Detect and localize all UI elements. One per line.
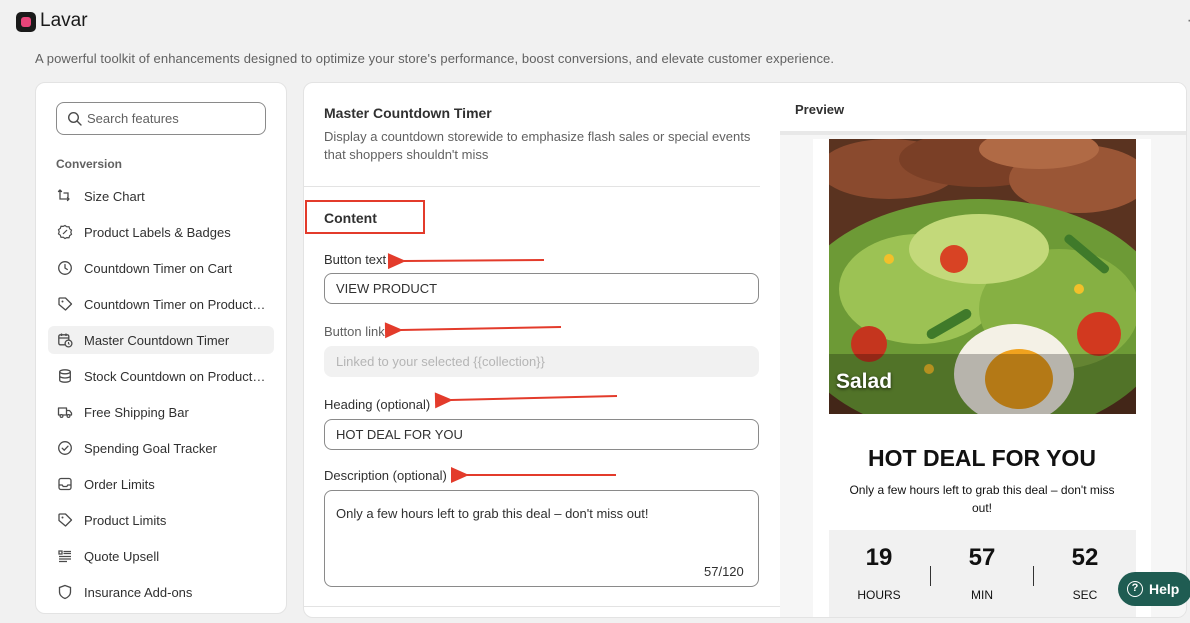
tag-timer-icon (58, 297, 73, 311)
section-title-conversion: Conversion (56, 157, 123, 171)
search-input[interactable] (87, 103, 257, 134)
check-circle-icon (58, 441, 72, 455)
preview-description: Only a few hours left to grab this deal … (849, 483, 1115, 515)
app-tagline: A powerful toolkit of enhancements desig… (35, 51, 835, 66)
timer-hours-label: HOURS (857, 588, 901, 602)
sidebar-item-stock-countdown[interactable]: Stock Countdown on Product Page (48, 362, 274, 390)
sidebar-item-label: Countdown Timer on Cart (84, 261, 233, 276)
sidebar-item-product-limits[interactable]: Product Limits (48, 506, 274, 534)
sidebar-item-label: Quote Upsell (84, 549, 160, 564)
button-link-input (324, 346, 759, 377)
settings-panel: Master Countdown Timer Display a countdo… (303, 82, 1187, 618)
sidebar-item-size-chart[interactable]: Size Chart (48, 182, 274, 210)
sidebar-item-label: Product Limits (84, 513, 167, 528)
button-text-label: Button text (324, 252, 387, 267)
annotation-arrow (384, 322, 562, 339)
feature-sidebar: Conversion Size Chart Product Labels & B… (35, 82, 287, 614)
sidebar-item-free-shipping[interactable]: Free Shipping Bar (48, 398, 274, 426)
timer-separator (1033, 566, 1034, 586)
preview-header: Preview (780, 83, 1186, 135)
heading-input[interactable] (324, 419, 759, 450)
preview-heading: HOT DEAL FOR YOU (868, 445, 1096, 471)
button-link-label: Button link (324, 324, 385, 339)
preview-popup: Salad HOT DEAL FOR YOU Only a few hours … (813, 139, 1151, 617)
sidebar-item-countdown-product[interactable]: Countdown Timer on Product Page (48, 290, 274, 318)
app-title: Lavar (40, 10, 88, 31)
timer-hours-value: 19 (865, 544, 893, 571)
panel-description: Display a countdown storewide to emphasi… (324, 129, 751, 162)
sidebar-item-order-limits[interactable]: Order Limits (48, 470, 274, 498)
search-box[interactable] (56, 102, 266, 135)
sidebar-item-label: Product Labels & Badges (84, 225, 231, 240)
sidebar-item-product-labels[interactable]: Product Labels & Badges (48, 218, 274, 246)
sidebar-item-label: Stock Countdown on Product Page (84, 369, 266, 384)
sidebar-item-label: Size Chart (84, 189, 145, 204)
timer-seconds-value: 52 (1071, 544, 1099, 571)
sidebar-item-label: Countdown Timer on Product Page (84, 297, 266, 312)
button-text-input[interactable] (324, 273, 759, 304)
calendar-clock-icon (58, 333, 73, 348)
heading-label: Heading (optional) (324, 397, 431, 412)
description-textarea[interactable]: Only a few hours left to grab this deal … (324, 490, 759, 587)
annotation-arrow (434, 392, 618, 409)
preview-column: Preview Salad HOT DEAL FOR YOU Only a fe… (780, 83, 1186, 617)
character-count: 57/120 (704, 564, 744, 579)
sidebar-item-label: Insurance Add-ons (84, 585, 193, 600)
timer-separator (930, 566, 931, 586)
preview-title: Preview (795, 102, 845, 117)
app-logo-icon (16, 12, 36, 32)
ruler-icon (57, 189, 70, 202)
description-label: Description (optional) (324, 468, 447, 483)
sidebar-item-insurance[interactable]: Insurance Add-ons (48, 578, 274, 606)
sidebar-item-countdown-cart[interactable]: Countdown Timer on Cart (48, 254, 274, 282)
clock-icon (58, 261, 72, 275)
sidebar-item-label: Order Limits (84, 477, 155, 492)
section-title-content: Content (324, 210, 377, 226)
timer-minutes-value: 57 (968, 544, 996, 571)
sidebar-item-quote-upsell[interactable]: Quote Upsell (48, 542, 274, 570)
product-image-label: Salad (836, 370, 893, 393)
timer-minutes-label: MIN (971, 588, 993, 602)
sidebar-item-label: Free Shipping Bar (84, 405, 189, 420)
search-icon (67, 111, 82, 126)
countdown-timer: 19 HOURS 57 MIN 52 SEC (829, 530, 1136, 617)
sidebar-item-spending-goal[interactable]: Spending Goal Tracker (48, 434, 274, 462)
truck-icon (57, 407, 73, 419)
panel-title: Master Countdown Timer (324, 105, 492, 121)
shield-icon (58, 584, 72, 600)
question-icon: ? (1127, 581, 1143, 597)
help-button[interactable]: ? Help (1118, 572, 1190, 606)
database-icon (59, 369, 71, 383)
tag-icon (58, 513, 73, 527)
feature-nav: Size Chart Product Labels & Badges Count… (48, 182, 274, 613)
product-image: Salad (829, 139, 1136, 414)
top-bar: Lavar · (0, 0, 1190, 44)
quote-icon (58, 550, 71, 563)
sidebar-item-label: Master Countdown Timer (84, 333, 230, 348)
divider (304, 186, 760, 187)
divider (304, 606, 780, 607)
annotation-arrow (387, 253, 545, 270)
help-label: Help (1149, 581, 1180, 597)
sidebar-item-label: Spending Goal Tracker (84, 441, 217, 456)
sidebar-item-master-countdown[interactable]: Master Countdown Timer (48, 326, 274, 354)
badge-icon (57, 224, 73, 240)
inbox-icon (58, 477, 72, 491)
